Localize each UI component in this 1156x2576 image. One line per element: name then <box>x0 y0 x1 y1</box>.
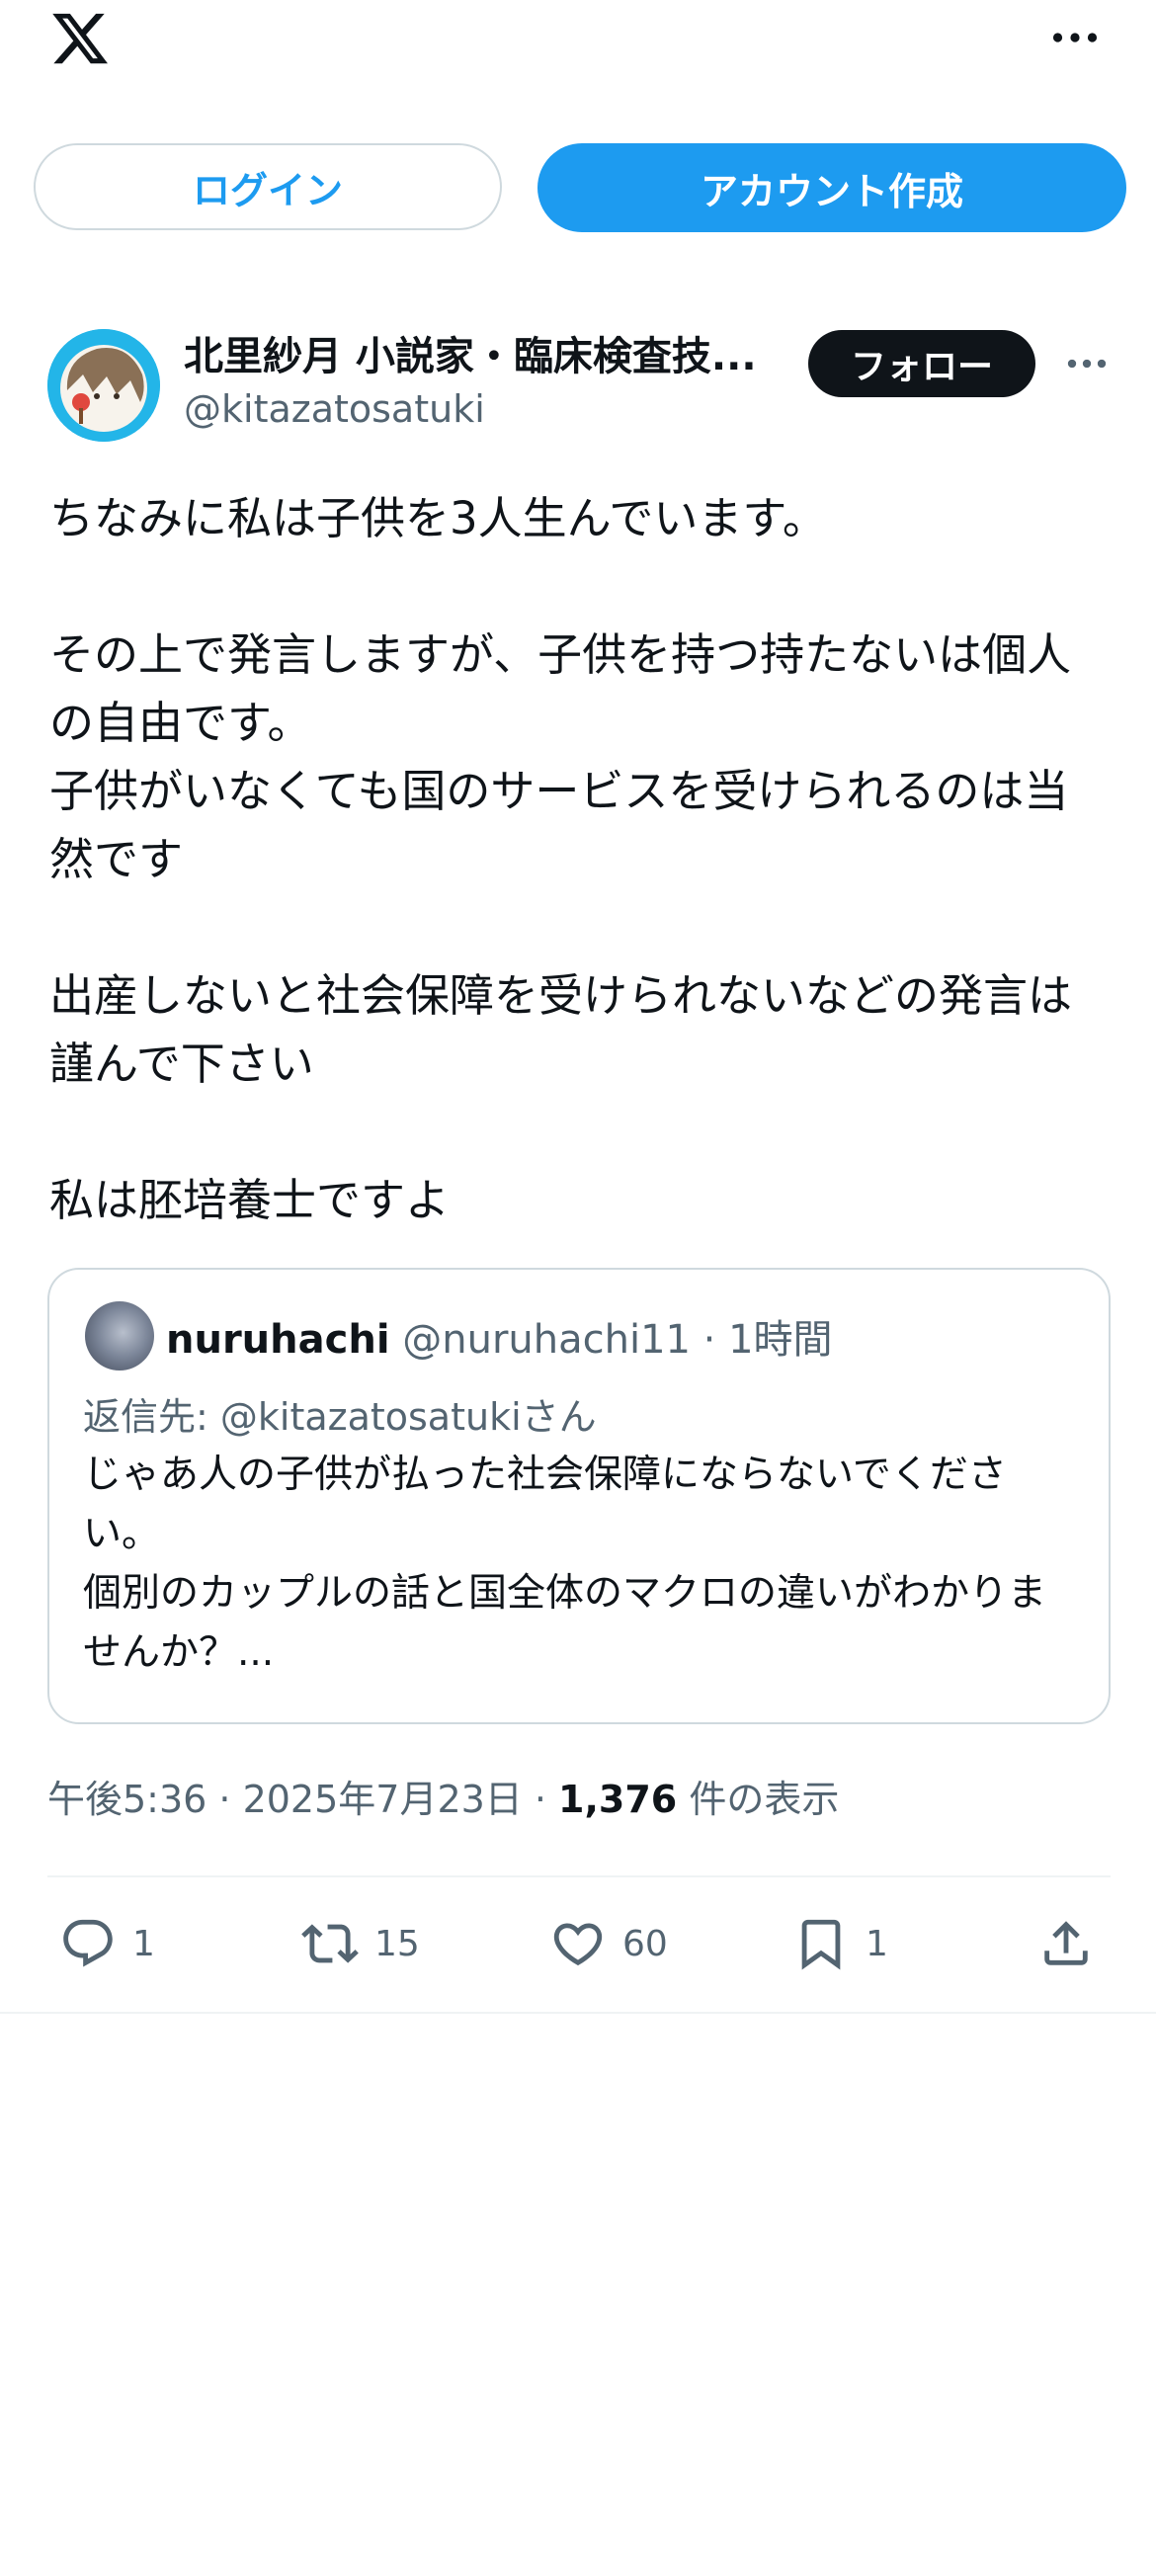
bookmark-icon <box>801 1919 841 1970</box>
quoted-post-card[interactable]: nuruhachi @nuruhachi11 · 1時間 返信先: @kitaz… <box>47 1268 1111 1724</box>
quoted-author-avatar <box>85 1301 154 1371</box>
post-timestamp[interactable]: 午後5:36 · 2025年7月23日 · <box>47 1778 558 1821</box>
login-button[interactable]: ログイン <box>34 143 502 230</box>
views-label: 件の表示 <box>677 1778 840 1821</box>
repost-count: 15 <box>374 1923 420 1964</box>
post-text: ちなみに私は子供を3人生んでいます。 その上で発言しますが、子供を持つ持たないは… <box>49 492 1073 1226</box>
share-icon <box>1044 1921 1088 1965</box>
quoted-author-name: nuruhachi <box>166 1317 390 1363</box>
reply-count: 1 <box>132 1923 155 1964</box>
like-button[interactable]: 60 <box>549 1912 668 1975</box>
share-button[interactable] <box>1037 1912 1095 1975</box>
views-count: 1,376 <box>558 1778 678 1821</box>
follow-button[interactable]: フォロー <box>808 330 1035 397</box>
reply-button[interactable]: 1 <box>59 1912 155 1975</box>
x-logo-icon[interactable] <box>47 8 113 69</box>
bookmark-count: 1 <box>866 1923 888 1964</box>
bookmark-button[interactable]: 1 <box>792 1912 888 1975</box>
post-meta: 午後5:36 · 2025年7月23日 · 1,376 件の表示 <box>47 1769 839 1823</box>
author-name[interactable]: 北里紗月 小説家・臨床検査技... <box>184 324 757 381</box>
quoted-author-handle-time: @nuruhachi11 · 1時間 <box>389 1317 833 1363</box>
quoted-post-text: じゃあ人の子供が払った社会保障にならないでください。 個別のカップルの話と国全体… <box>83 1453 1047 1675</box>
reply-icon <box>63 1919 113 1967</box>
more-options-icon[interactable] <box>1050 18 1100 57</box>
repost-button[interactable]: 15 <box>301 1912 420 1975</box>
like-count: 60 <box>622 1923 668 1964</box>
divider <box>47 1875 1111 1877</box>
divider <box>0 2012 1156 2014</box>
author-handle[interactable]: @kitazatosatuki <box>184 387 485 431</box>
post-more-icon[interactable] <box>1063 346 1111 381</box>
quoted-post-header: nuruhachi @nuruhachi11 · 1時間 <box>166 1307 833 1365</box>
repost-icon <box>301 1924 359 1963</box>
author-avatar[interactable] <box>47 329 160 442</box>
heart-icon <box>553 1923 603 1966</box>
create-account-button[interactable]: アカウント作成 <box>537 143 1126 232</box>
quoted-reply-to: 返信先: @kitazatosatukiさん <box>83 1395 597 1439</box>
